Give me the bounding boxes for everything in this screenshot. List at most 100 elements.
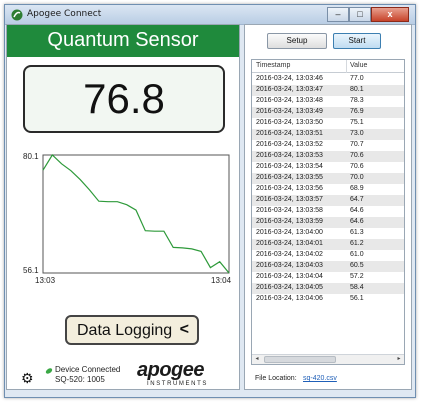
table-row[interactable]: 2016-03-24, 13:03:55 70.0 [252,173,404,184]
chart-ytick-label-bottom: 56.1 [23,266,39,275]
cell-value: 60.5 [350,262,364,269]
maximize-button[interactable]: □ [349,7,371,22]
cell-value: 76.9 [350,108,364,115]
cell-timestamp: 2016-03-24, 13:03:47 [256,86,323,93]
apogee-app-icon [11,9,23,21]
chart-xtick-label-left: 13:03 [35,276,56,285]
arrow-left-icon: < [179,321,189,338]
gear-icon[interactable]: ⚙ [21,371,35,385]
cell-value: 61.3 [350,229,364,236]
scroll-thumb[interactable] [264,356,336,363]
table-body: 2016-03-24, 13:03:46 77.0 2016-03-24, 13:0… [252,74,404,305]
cell-timestamp: 2016-03-24, 13:03:54 [256,163,323,170]
cell-value: 61.0 [350,251,364,258]
cell-timestamp: 2016-03-24, 13:04:05 [256,284,323,291]
cell-value: 58.4 [350,284,364,291]
cell-timestamp: 2016-03-24, 13:03:58 [256,207,323,214]
cell-timestamp: 2016-03-24, 13:04:03 [256,262,323,269]
table-row[interactable]: 2016-03-24, 13:04:03 60.5 [252,261,404,272]
table-row[interactable]: 2016-03-24, 13:04:05 58.4 [252,283,404,294]
connection-leaf-icon [45,368,53,374]
table-row[interactable]: 2016-03-24, 13:04:04 57.2 [252,272,404,283]
log-table[interactable]: Timestamp Value 2016-03-24, 13:03:46 77.0… [251,59,405,365]
table-row[interactable]: 2016-03-24, 13:04:06 56.1 [252,294,404,305]
chart-plot-area [42,154,230,274]
chart-series-line [42,154,230,274]
table-row[interactable]: 2016-03-24, 13:03:46 77.0 [252,74,404,85]
window-title: Apogee Connect [27,9,102,19]
cell-timestamp: 2016-03-24, 13:03:49 [256,108,323,115]
table-row[interactable]: 2016-03-24, 13:03:49 76.9 [252,107,404,118]
table-row[interactable]: 2016-03-24, 13:04:01 61.2 [252,239,404,250]
cell-value: 61.2 [350,240,364,247]
current-reading: 76.8 [83,75,165,122]
cell-value: 56.1 [350,295,364,302]
sensor-header: Quantum Sensor [7,25,239,57]
cell-timestamp: 2016-03-24, 13:03:53 [256,152,323,159]
cell-timestamp: 2016-03-24, 13:03:50 [256,119,323,126]
cell-timestamp: 2016-03-24, 13:03:52 [256,141,323,148]
cell-value: 64.6 [350,207,364,214]
apogee-logo: apogee INSTRUMENTS [137,359,221,389]
cell-timestamp: 2016-03-24, 13:04:02 [256,251,323,258]
cell-timestamp: 2016-03-24, 13:03:55 [256,174,323,181]
cell-value: 75.1 [350,119,364,126]
cell-timestamp: 2016-03-24, 13:03:51 [256,130,323,137]
setup-button[interactable]: Setup [267,33,327,49]
table-row[interactable]: 2016-03-24, 13:04:00 61.3 [252,228,404,239]
data-logging-label: Data Logging [77,322,173,339]
cell-value: 80.1 [350,86,364,93]
file-location-link[interactable]: sq-420.csv [303,375,337,382]
cell-value: 57.2 [350,273,364,280]
title-bar[interactable]: Apogee Connect – □ x [5,5,415,25]
start-button[interactable]: Start [333,33,381,49]
table-row[interactable]: 2016-03-24, 13:03:48 78.3 [252,96,404,107]
cell-value: 78.3 [350,97,364,104]
minimize-button[interactable]: – [327,7,349,22]
table-row[interactable]: 2016-03-24, 13:03:53 70.6 [252,151,404,162]
cell-timestamp: 2016-03-24, 13:03:57 [256,196,323,203]
table-row[interactable]: 2016-03-24, 13:03:54 70.6 [252,162,404,173]
window-controls: – □ x [327,7,409,22]
device-status: Device Connected [55,365,121,374]
cell-value: 64.7 [350,196,364,203]
logo-subtitle: INSTRUMENTS [147,381,208,387]
horizontal-scrollbar[interactable]: ◂ ▸ [252,354,404,364]
cell-timestamp: 2016-03-24, 13:04:06 [256,295,323,302]
table-row[interactable]: 2016-03-24, 13:03:58 64.6 [252,206,404,217]
table-row[interactable]: 2016-03-24, 13:03:59 64.6 [252,217,404,228]
scroll-right-icon[interactable]: ▸ [394,355,404,364]
table-row[interactable]: 2016-03-24, 13:04:02 61.0 [252,250,404,261]
column-header-timestamp[interactable]: Timestamp [256,62,290,69]
table-header: Timestamp Value [252,60,404,73]
sensor-panel: Quantum Sensor 76.8 80.1 56.1 13:03 13:0… [6,24,240,390]
table-row[interactable]: 2016-03-24, 13:03:57 64.7 [252,195,404,206]
close-button[interactable]: x [371,7,409,22]
table-row[interactable]: 2016-03-24, 13:03:50 75.1 [252,118,404,129]
table-row[interactable]: 2016-03-24, 13:03:52 70.7 [252,140,404,151]
cell-value: 70.6 [350,152,364,159]
cell-value: 68.9 [350,185,364,192]
chart-xtick-label-right: 13:04 [211,276,232,285]
log-panel: Setup Start Timestamp Value 2016-03-24, … [244,24,412,390]
table-row[interactable]: 2016-03-24, 13:03:56 68.9 [252,184,404,195]
cell-timestamp: 2016-03-24, 13:03:59 [256,218,323,225]
sensor-title: Quantum Sensor [47,29,199,51]
cell-timestamp: 2016-03-24, 13:03:46 [256,75,323,82]
scroll-left-icon[interactable]: ◂ [252,355,262,364]
cell-value: 64.6 [350,218,364,225]
device-model: SQ-520: 1005 [55,375,105,384]
column-header-value[interactable]: Value [350,62,367,69]
chart-ytick-label-top: 80.1 [23,152,39,161]
table-row[interactable]: 2016-03-24, 13:03:51 73.0 [252,129,404,140]
cell-timestamp: 2016-03-24, 13:03:48 [256,97,323,104]
column-separator [346,60,347,73]
table-row[interactable]: 2016-03-24, 13:03:47 80.1 [252,85,404,96]
cell-value: 70.7 [350,141,364,148]
cell-timestamp: 2016-03-24, 13:04:00 [256,229,323,236]
reading-display: 76.8 [23,65,225,133]
data-logging-button[interactable]: Data Logging < [65,315,199,345]
cell-value: 70.0 [350,174,364,181]
cell-timestamp: 2016-03-24, 13:04:01 [256,240,323,247]
cell-timestamp: 2016-03-24, 13:04:04 [256,273,323,280]
